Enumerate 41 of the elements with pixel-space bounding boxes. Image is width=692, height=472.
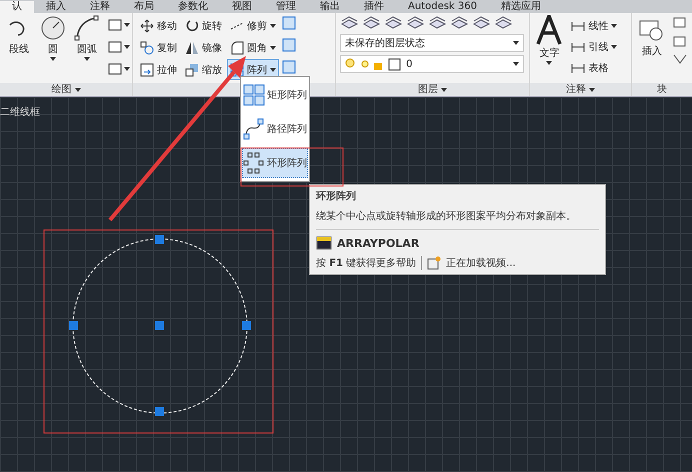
modify-tool-button[interactable]: 镜像: [182, 37, 225, 58]
draw-tool-button[interactable]: 段线: [4, 15, 34, 56]
panel-title[interactable]: 绘图: [51, 84, 72, 95]
help-hint: 按 F1 键获得更多帮助: [316, 256, 416, 270]
viewport-label[interactable]: 二维线框: [0, 105, 40, 119]
modify-tool-button[interactable]: 圆角: [227, 37, 279, 58]
ribbon-tab[interactable]: 输出: [308, 0, 352, 12]
command-name: ARRAYPOLAR: [337, 236, 420, 250]
modify-tool-button[interactable]: 旋转: [182, 15, 225, 36]
ribbon-tab[interactable]: 精选应用: [488, 0, 553, 12]
annotate-tool-button[interactable]: 引线: [568, 36, 620, 57]
tooltip-description: 绕某个中心点或旋转轴形成的环形图案平均分布对象副本。: [316, 210, 577, 223]
insert-block-button[interactable]: 插入: [636, 15, 668, 58]
layer-dropdown[interactable]: 0: [340, 55, 524, 73]
layer-state-dropdown[interactable]: 未保存的图层状态: [340, 34, 524, 52]
ribbon-tab[interactable]: 插入: [34, 0, 78, 12]
tooltip-title: 环形阵列: [316, 190, 357, 203]
modify-tool-button[interactable]: 修剪: [227, 15, 279, 36]
modify-tool-button[interactable]: 拉伸: [137, 59, 180, 80]
ribbon-tab[interactable]: 布局: [122, 0, 166, 12]
ribbon-tab[interactable]: Autodesk 360: [396, 0, 489, 12]
panel-title[interactable]: 图层: [418, 84, 438, 95]
ribbon-tab[interactable]: 插件: [352, 0, 396, 12]
annotate-tool-button[interactable]: 表格: [568, 57, 620, 78]
modify-tool-button[interactable]: 缩放: [182, 59, 225, 80]
modify-tool-button[interactable]: 复制: [137, 37, 180, 58]
ribbon-tab[interactable]: 注释: [78, 0, 122, 12]
array-menu-item[interactable]: 环形阵列: [242, 148, 308, 178]
video-loading-text: 正在加载视频...: [446, 256, 516, 270]
draw-tool-button[interactable]: 圆: [38, 15, 68, 61]
ribbon-tab[interactable]: 视图: [220, 0, 264, 12]
array-menu-item[interactable]: 路径阵列: [242, 114, 308, 144]
ribbon-tab[interactable]: 认: [0, 0, 34, 12]
ribbon-tab[interactable]: 参数化: [166, 0, 220, 12]
draw-tool-button[interactable]: 圆弧: [72, 15, 102, 61]
ribbon-tab[interactable]: 管理: [264, 0, 308, 12]
panel-title[interactable]: 注释: [566, 84, 586, 95]
modify-tool-button[interactable]: 移动: [137, 15, 180, 36]
annotate-tool-button[interactable]: 线性: [568, 15, 620, 36]
text-tool-button[interactable]: 文字: [534, 15, 564, 65]
panel-title[interactable]: 块: [632, 83, 692, 96]
